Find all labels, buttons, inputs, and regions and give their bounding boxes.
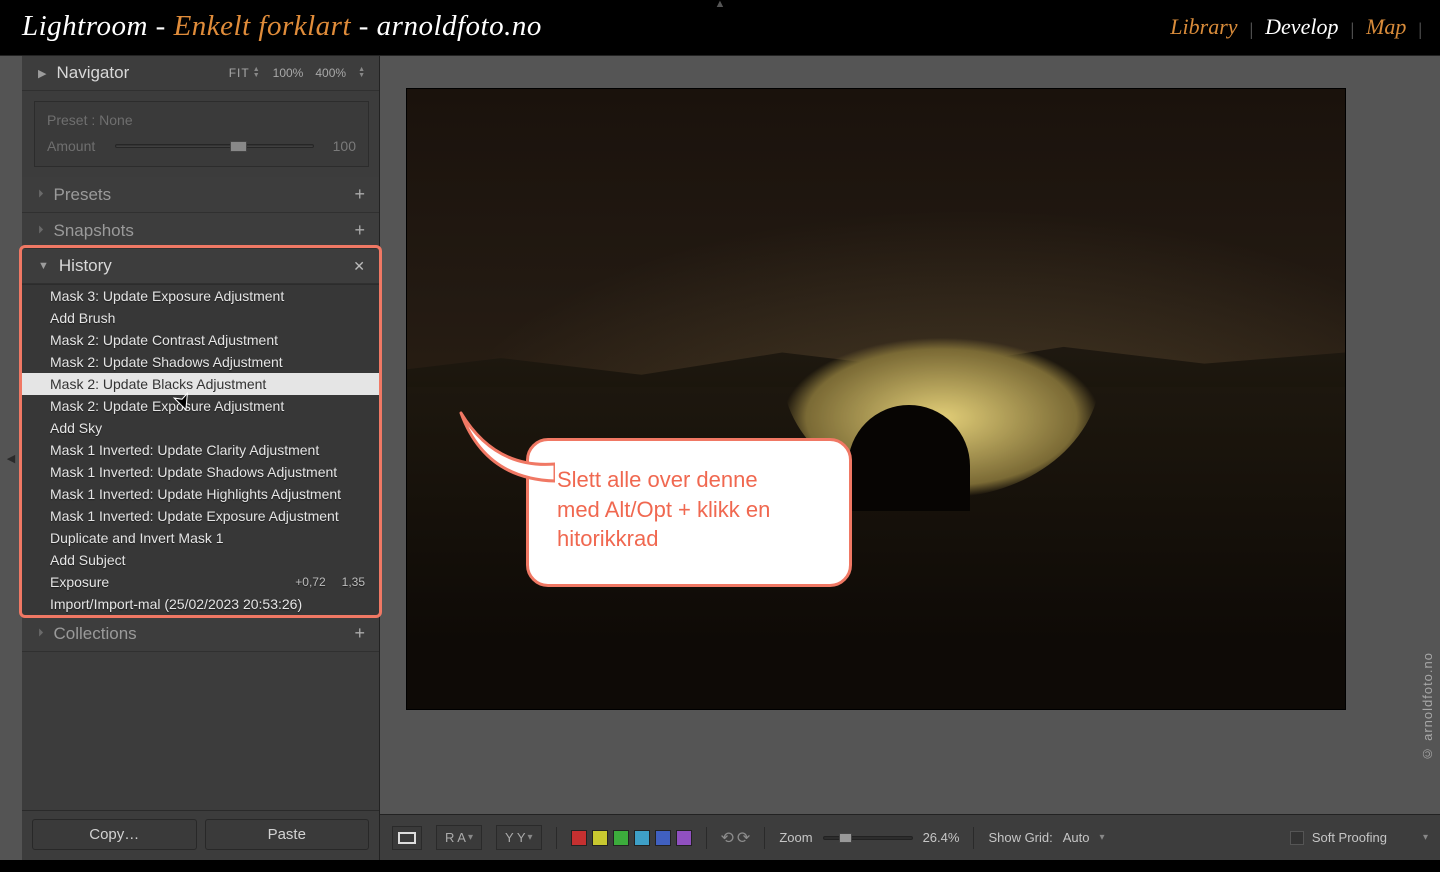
before-after-ra-button[interactable]: R A▾: [436, 825, 482, 850]
nav-separator: |: [1350, 19, 1354, 40]
bottom-toolbar: R A▾ Y Y▾ ⟲ ⟳ Zoom 26.4% Show Grid: Auto…: [380, 814, 1440, 860]
chevron-icon: ⏵: [38, 188, 44, 201]
nav-develop[interactable]: Develop: [1265, 14, 1338, 40]
add-collection-button[interactable]: +: [354, 623, 365, 644]
amount-label: Amount: [47, 138, 105, 154]
history-row[interactable]: Add Sky: [22, 417, 379, 439]
slider-handle[interactable]: [230, 141, 247, 152]
color-swatch[interactable]: [613, 830, 629, 846]
history-list: Mask 3: Update Exposure AdjustmentAdd Br…: [22, 284, 379, 616]
history-row[interactable]: Mask 1 Inverted: Update Clarity Adjustme…: [22, 439, 379, 461]
callout-text: hitorikkrad: [557, 524, 821, 554]
presets-label: Presets: [54, 185, 112, 205]
history-header[interactable]: ▼ History ✕: [22, 249, 379, 284]
history-row[interactable]: Mask 3: Update Exposure Adjustment: [22, 285, 379, 307]
color-swatch[interactable]: [655, 830, 671, 846]
watermark: © arnoldfoto.no: [1420, 652, 1435, 762]
preview-image: [406, 88, 1346, 710]
collections-header[interactable]: ⏵ Collections +: [22, 616, 379, 652]
show-grid-label: Show Grid:: [988, 830, 1052, 845]
preset-label: Preset : None: [47, 112, 356, 128]
loupe-view-button[interactable]: [392, 826, 422, 850]
history-row[interactable]: Add Brush: [22, 307, 379, 329]
amount-value: 100: [324, 138, 356, 154]
history-row[interactable]: Mask 2: Update Exposure Adjustment: [22, 395, 379, 417]
history-row[interactable]: Exposure+0,721,35: [22, 571, 379, 593]
presets-header[interactable]: ⏵ Presets +: [22, 177, 379, 213]
history-row[interactable]: Duplicate and Invert Mask 1: [22, 527, 379, 549]
clear-history-button[interactable]: ✕: [353, 258, 365, 275]
navigator-header[interactable]: ▶ Navigator FIT▲▼ 100% 400% ▲▼: [22, 56, 379, 91]
chevron-down-icon[interactable]: ▾: [1100, 832, 1105, 843]
triangle-right-icon: ▶: [38, 67, 46, 80]
navigator-label: Navigator: [56, 63, 129, 83]
collections-label: Collections: [54, 624, 137, 644]
zoom-value: 26.4%: [923, 830, 960, 845]
snapshots-header[interactable]: ⏵ Snapshots +: [22, 213, 379, 249]
history-row[interactable]: Mask 1 Inverted: Update Highlights Adjus…: [22, 483, 379, 505]
redo-button[interactable]: ⟳: [737, 828, 750, 848]
nav-map[interactable]: Map: [1366, 14, 1406, 40]
color-swatch[interactable]: [634, 830, 650, 846]
amount-preset-box: Preset : None Amount 100: [34, 101, 369, 167]
collapse-top-icon[interactable]: ▲: [715, 0, 726, 10]
history-row[interactable]: Mask 2: Update Shadows Adjustment: [22, 351, 379, 373]
chevron-icon: ⏵: [38, 627, 44, 640]
zoom-slider[interactable]: [823, 836, 913, 840]
history-label: History: [59, 256, 112, 276]
color-label-swatches: [571, 830, 692, 846]
color-swatch[interactable]: [676, 830, 692, 846]
history-panel: ▼ History ✕ Mask 3: Update Exposure Adjus…: [22, 249, 379, 616]
history-row[interactable]: Import/Import-mal (25/02/2023 20:53:26): [22, 593, 379, 615]
nav-separator: |: [1418, 19, 1422, 40]
add-snapshot-button[interactable]: +: [354, 220, 365, 241]
left-panel: ▶ Navigator FIT▲▼ 100% 400% ▲▼ Preset : …: [22, 56, 380, 860]
toolbar-menu-icon[interactable]: ▾: [1423, 832, 1428, 843]
history-row[interactable]: Mask 1 Inverted: Update Shadows Adjustme…: [22, 461, 379, 483]
history-row[interactable]: Mask 2: Update Blacks Adjustment: [22, 373, 379, 395]
color-swatch[interactable]: [571, 830, 587, 846]
undo-button[interactable]: ⟲: [721, 828, 734, 848]
nav-fit-button[interactable]: FIT▲▼: [229, 66, 261, 80]
color-swatch[interactable]: [592, 830, 608, 846]
show-grid-value[interactable]: Auto: [1063, 830, 1090, 845]
soft-proofing-label: Soft Proofing: [1312, 830, 1387, 845]
before-after-yy-button[interactable]: Y Y▾: [496, 825, 542, 850]
nav-400-button[interactable]: 400%: [315, 66, 346, 80]
nav-library[interactable]: Library: [1170, 14, 1237, 40]
annotation-callout: Slett alle over denne med Alt/Opt + klik…: [526, 438, 852, 587]
module-nav: Library | Develop | Map |: [1170, 14, 1418, 40]
amount-slider[interactable]: [115, 144, 314, 148]
app-title: Lightroom - Enkelt forklart - arnoldfoto…: [22, 10, 542, 43]
callout-text: Slett alle over denne: [557, 465, 821, 495]
stepper-icon[interactable]: ▲▼: [358, 67, 365, 79]
history-row[interactable]: Mask 2: Update Contrast Adjustment: [22, 329, 379, 351]
zoom-label: Zoom: [779, 830, 812, 845]
add-preset-button[interactable]: +: [354, 184, 365, 205]
history-row[interactable]: Add Subject: [22, 549, 379, 571]
chevron-left-icon: ◀: [7, 452, 15, 465]
nav-100-button[interactable]: 100%: [273, 66, 304, 80]
chevron-icon: ⏵: [38, 224, 44, 237]
callout-text: med Alt/Opt + klikk en: [557, 495, 821, 525]
nav-separator: |: [1250, 19, 1254, 40]
copy-button[interactable]: Copy…: [32, 819, 197, 850]
soft-proofing-checkbox[interactable]: [1290, 831, 1304, 845]
history-row[interactable]: Mask 1 Inverted: Update Exposure Adjustm…: [22, 505, 379, 527]
snapshots-label: Snapshots: [54, 221, 134, 241]
paste-button[interactable]: Paste: [205, 819, 370, 850]
collapse-left-gutter[interactable]: ◀: [0, 56, 22, 860]
triangle-down-icon: ▼: [38, 260, 49, 272]
